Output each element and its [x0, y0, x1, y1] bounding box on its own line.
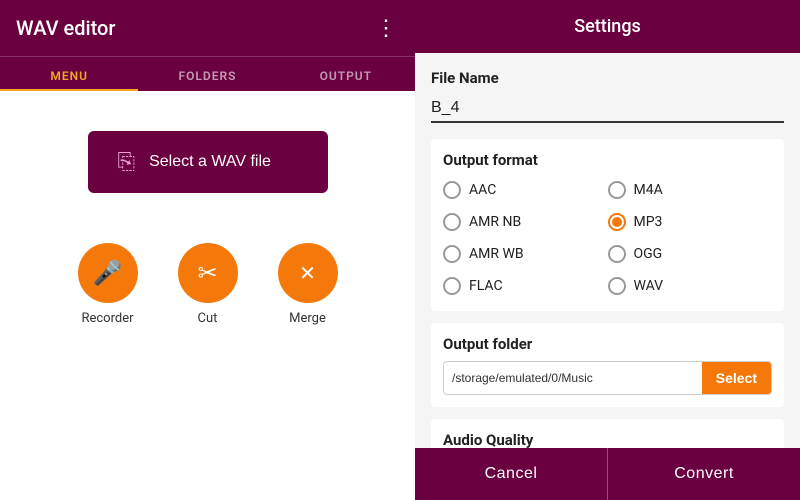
settings-header: Settings: [415, 0, 800, 53]
app-bar: WAV editor ⋮: [0, 0, 415, 56]
audio-quality-section: Audio Quality Same: [431, 419, 784, 448]
format-option-aac[interactable]: AAC: [443, 177, 608, 203]
output-folder-section: Output folder Select: [431, 323, 784, 407]
format-option-mp3[interactable]: MP3: [608, 209, 773, 235]
action-buttons: 🎤 Recorder ✂ Cut ✕ Merge: [78, 243, 338, 326]
radio-flac: [443, 277, 461, 295]
settings-footer: Cancel Convert: [415, 448, 800, 500]
file-name-input[interactable]: [431, 95, 784, 123]
recorder-button[interactable]: 🎤: [78, 243, 138, 303]
format-label-aac: AAC: [469, 182, 496, 198]
microphone-icon: 🎤: [93, 259, 123, 287]
cut-action: ✂ Cut: [178, 243, 238, 326]
format-option-amrnb[interactable]: AMR NB: [443, 209, 608, 235]
format-option-flac[interactable]: FLAC: [443, 273, 608, 299]
merge-button[interactable]: ✕: [278, 243, 338, 303]
radio-aac: [443, 181, 461, 199]
format-label-mp3: MP3: [634, 214, 663, 230]
format-label-wav: WAV: [634, 278, 664, 294]
recorder-action: 🎤 Recorder: [78, 243, 138, 326]
cut-label: Cut: [198, 311, 218, 326]
format-label-amrnb: AMR NB: [469, 214, 521, 230]
recorder-label: Recorder: [81, 311, 133, 326]
merge-icon: ✕: [299, 261, 316, 285]
format-label-ogg: OGG: [634, 246, 663, 262]
format-label-flac: FLAC: [469, 278, 503, 294]
merge-action: ✕ Merge: [278, 243, 338, 326]
main-content: ⎘ Select a WAV file 🎤 Recorder ✂ Cut ✕ M: [0, 91, 415, 500]
radio-ogg: [608, 245, 626, 263]
radio-amrnb: [443, 213, 461, 231]
format-label-amrwb: AMR WB: [469, 246, 524, 262]
format-option-amrwb[interactable]: AMR WB: [443, 241, 608, 267]
folder-input-row: Select: [443, 361, 772, 395]
tab-menu[interactable]: MENU: [0, 57, 138, 91]
settings-content: File Name Output format AAC M4A: [415, 53, 800, 448]
radio-amrwb: [443, 245, 461, 263]
format-label-m4a: M4A: [634, 182, 663, 198]
format-grid: AAC M4A AMR NB MP3: [443, 177, 772, 299]
radio-mp3: [608, 213, 626, 231]
cancel-button[interactable]: Cancel: [415, 448, 608, 500]
radio-m4a: [608, 181, 626, 199]
output-format-section: Output format AAC M4A AMR NB: [431, 139, 784, 311]
format-option-m4a[interactable]: M4A: [608, 177, 773, 203]
radio-wav: [608, 277, 626, 295]
tab-output[interactable]: OUTPUT: [277, 57, 415, 91]
merge-label: Merge: [289, 311, 326, 326]
file-name-label: File Name: [431, 69, 784, 87]
cut-button[interactable]: ✂: [178, 243, 238, 303]
format-option-ogg[interactable]: OGG: [608, 241, 773, 267]
radio-mp3-inner: [612, 217, 622, 227]
format-option-wav[interactable]: WAV: [608, 273, 773, 299]
more-options-icon[interactable]: ⋮: [375, 16, 399, 41]
output-format-label: Output format: [443, 151, 772, 169]
scissors-icon: ✂: [197, 259, 217, 287]
left-panel: WAV editor ⋮ MENU FOLDERS OUTPUT ⎘ Selec…: [0, 0, 415, 500]
folder-select-button[interactable]: Select: [702, 362, 771, 394]
audio-quality-label: Audio Quality: [443, 431, 772, 448]
settings-panel: Settings File Name Output format AAC M4A: [415, 0, 800, 500]
select-wav-button[interactable]: ⎘ Select a WAV file: [88, 131, 328, 193]
tab-bar: MENU FOLDERS OUTPUT: [0, 56, 415, 91]
folder-path-input[interactable]: [444, 363, 702, 393]
convert-button[interactable]: Convert: [608, 448, 800, 500]
output-folder-label: Output folder: [443, 335, 772, 353]
file-name-section: File Name: [431, 69, 784, 139]
tab-folders[interactable]: FOLDERS: [138, 57, 276, 91]
app-title: WAV editor: [16, 16, 115, 40]
file-icon: ⎘: [118, 149, 136, 175]
